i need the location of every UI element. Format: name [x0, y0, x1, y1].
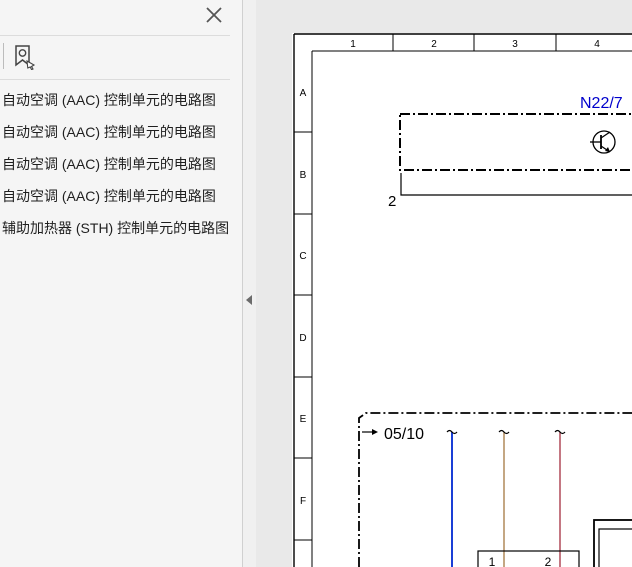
- bookmark-search-icon: [15, 45, 36, 71]
- toolbar-divider: [3, 43, 4, 69]
- column-label: 4: [594, 39, 600, 50]
- bookmarks-panel: 自动空调 (AAC) 控制单元的电路图 自动空调 (AAC) 控制单元的电路图 …: [0, 0, 243, 567]
- row-label: D: [299, 333, 306, 344]
- row-label: B: [300, 170, 307, 181]
- document-viewer[interactable]: 1 2 3 4 A B C D E F N22/7 2 05/10 1 2: [256, 0, 632, 567]
- column-label: 3: [512, 39, 518, 50]
- panel-divider: [0, 79, 230, 80]
- connector-reference: 05/10: [384, 426, 424, 443]
- bookmark-item[interactable]: 自动空调 (AAC) 控制单元的电路图: [2, 156, 234, 173]
- collapse-arrow-icon: [246, 295, 252, 305]
- connector-pin-label: 1: [489, 555, 496, 567]
- bookmark-item[interactable]: 自动空调 (AAC) 控制单元的电路图: [2, 124, 234, 141]
- close-panel-button[interactable]: [203, 4, 225, 26]
- close-icon: [206, 7, 222, 23]
- component-label: N22/7: [580, 95, 623, 112]
- row-label: F: [300, 496, 306, 507]
- panel-collapse-handle[interactable]: [243, 0, 256, 567]
- row-label: E: [300, 414, 307, 425]
- bookmark-item[interactable]: 自动空调 (AAC) 控制单元的电路图: [2, 188, 234, 205]
- bookmark-item[interactable]: 自动空调 (AAC) 控制单元的电路图: [2, 92, 234, 109]
- circuit-diagram: 1 2 3 4 A B C D E F N22/7 2 05/10 1 2: [293, 33, 632, 567]
- panel-divider: [0, 35, 230, 36]
- connector-pin-label: 2: [545, 555, 552, 567]
- column-label: 2: [431, 39, 437, 50]
- bookmark-list: 自动空调 (AAC) 控制单元的电路图 自动空调 (AAC) 控制单元的电路图 …: [2, 92, 234, 252]
- row-label: A: [300, 88, 307, 99]
- row-label: C: [299, 251, 306, 262]
- bookmark-search-button[interactable]: [12, 44, 38, 71]
- bookmark-item[interactable]: 辅助加热器 (STH) 控制单元的电路图: [2, 220, 234, 237]
- transistor-icon: [590, 130, 616, 154]
- column-label: 1: [350, 39, 356, 50]
- document-page: 1 2 3 4 A B C D E F N22/7 2 05/10 1 2: [292, 33, 632, 567]
- pin-number: 2: [388, 193, 396, 210]
